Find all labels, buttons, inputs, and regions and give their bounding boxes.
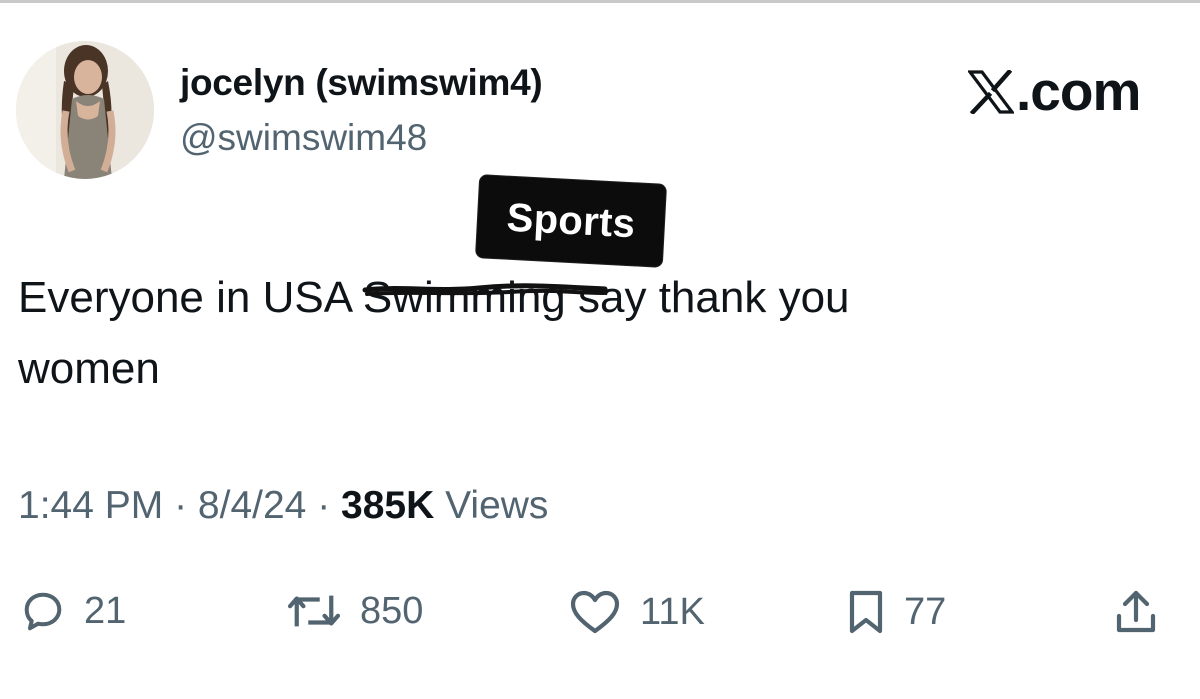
tweet-time[interactable]: 1:44 PM bbox=[18, 484, 163, 527]
repost-icon bbox=[287, 595, 341, 627]
x-logo-icon bbox=[968, 69, 1014, 114]
like-button[interactable]: 11K bbox=[568, 588, 705, 636]
author-display-name[interactable]: jocelyn (swimswim4) bbox=[180, 62, 543, 104]
tweet-text: Everyone in USA Swimming say thank you w… bbox=[18, 262, 1178, 404]
repost-button[interactable]: 850 bbox=[286, 588, 423, 634]
x-brand-logo: .com bbox=[968, 60, 1141, 122]
scribble-strikethrough bbox=[362, 283, 608, 296]
struck-word-container: Swimming bbox=[362, 262, 608, 333]
brand-domain: .com bbox=[1016, 60, 1141, 122]
sticker-label: Sports bbox=[505, 195, 637, 246]
bookmark-icon bbox=[849, 590, 883, 634]
repost-count: 850 bbox=[360, 589, 424, 632]
views-count: 385K bbox=[341, 484, 435, 527]
tweet-date[interactable]: 8/4/24 bbox=[198, 484, 306, 527]
bookmark-count: 77 bbox=[904, 590, 947, 633]
reply-count: 21 bbox=[84, 589, 127, 632]
meta-separator: · bbox=[317, 484, 342, 527]
bookmark-button[interactable]: 77 bbox=[846, 588, 946, 636]
reply-icon bbox=[24, 592, 62, 631]
tweet-text-line2: women bbox=[18, 344, 160, 393]
action-bar: 21 850 11K 77 bbox=[0, 588, 1200, 648]
heart-icon bbox=[570, 590, 620, 634]
avatar[interactable] bbox=[16, 41, 154, 179]
tweet-text-before: Everyone in USA bbox=[18, 273, 363, 322]
author-handle[interactable]: @swimswim48 bbox=[180, 117, 427, 159]
tweet-meta: 1:44 PM · 8/4/24 · 385K Views bbox=[18, 484, 548, 528]
sports-sticker: Sports bbox=[475, 175, 667, 267]
top-border bbox=[0, 0, 1200, 3]
views-label: Views bbox=[445, 484, 549, 527]
reply-button[interactable]: 21 bbox=[20, 588, 126, 634]
share-button[interactable] bbox=[1114, 588, 1158, 636]
meta-separator: · bbox=[174, 484, 198, 527]
avatar-photo bbox=[16, 41, 154, 179]
share-icon bbox=[1116, 590, 1156, 633]
like-count: 11K bbox=[640, 590, 705, 633]
